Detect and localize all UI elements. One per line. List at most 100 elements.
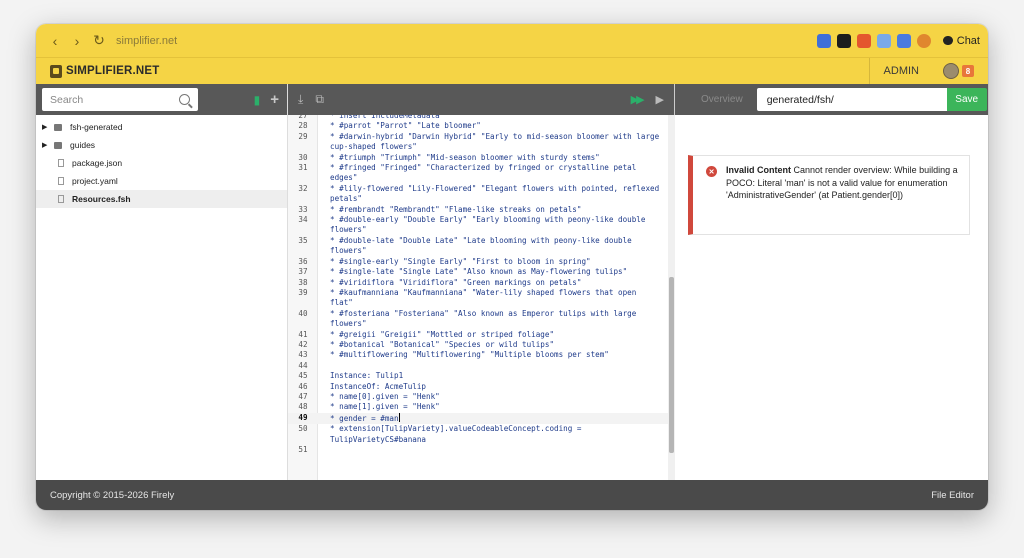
code-line[interactable]: 37 * #single-late "Single Late" "Also kno… bbox=[288, 267, 668, 277]
chat-button[interactable]: Chat bbox=[942, 35, 980, 47]
code-line[interactable]: 43 * #multiflowering "Multiflowering" "Mu… bbox=[288, 350, 668, 360]
line-text[interactable]: * name[1].given = "Henk" bbox=[318, 402, 662, 412]
tree-folder-fsh-generated[interactable]: ▶ fsh-generated bbox=[36, 118, 287, 136]
extension-3-icon[interactable] bbox=[856, 33, 871, 48]
line-number: 47 bbox=[298, 391, 308, 401]
code-line[interactable]: 46 InstanceOf: AcmeTulip bbox=[288, 382, 668, 392]
url-bar[interactable]: simplifier.net bbox=[116, 35, 177, 47]
code-line[interactable]: 30 * #triumph "Triumph" "Mid-season bloom… bbox=[288, 153, 668, 163]
line-text[interactable]: * #viridiflora "Viridiflora" "Green mark… bbox=[318, 278, 662, 288]
line-text[interactable]: InstanceOf: AcmeTulip bbox=[318, 382, 662, 392]
search-icon[interactable] bbox=[179, 94, 190, 105]
code-line[interactable]: 38 * #viridiflora "Viridiflora" "Green ma… bbox=[288, 278, 668, 288]
line-text[interactable]: * #double-late "Double Late" "Late bloom… bbox=[318, 236, 662, 257]
line-number: 42 bbox=[298, 339, 308, 349]
code-line[interactable]: 42 * #botanical "Botanical" "Species or w… bbox=[288, 340, 668, 350]
code-line[interactable]: 44 bbox=[288, 361, 668, 371]
line-number: 33 bbox=[298, 204, 308, 214]
path-input[interactable]: generated/fsh/ bbox=[756, 88, 947, 111]
code-line[interactable]: 49 * gender = #man bbox=[288, 412, 668, 425]
line-text[interactable]: * #triumph "Triumph" "Mid-season bloomer… bbox=[318, 153, 662, 163]
code-line[interactable]: 32 * #lily-flowered "Lily-Flowered" "Eleg… bbox=[288, 184, 668, 205]
search-input[interactable] bbox=[50, 93, 170, 106]
line-text[interactable]: * #kaufmanniana "Kaufmanniana" "Water-li… bbox=[318, 288, 662, 309]
extension-2-icon[interactable] bbox=[836, 33, 851, 48]
reload-icon[interactable]: ↻ bbox=[88, 30, 110, 52]
extension-6-icon[interactable] bbox=[916, 33, 931, 48]
line-number: 51 bbox=[298, 445, 308, 454]
scroll-thumb[interactable] bbox=[669, 277, 674, 453]
code-line[interactable]: 39 * #kaufmanniana "Kaufmanniana" "Water-… bbox=[288, 288, 668, 309]
expand-arrow-icon[interactable]: ▶ bbox=[42, 123, 50, 131]
file-icon bbox=[58, 195, 64, 203]
tree-file-project-yaml[interactable]: project.yaml bbox=[36, 172, 287, 190]
footer: Copyright © 2015-2026 Firely File Editor bbox=[36, 480, 988, 510]
run-icon[interactable]: ▶ bbox=[656, 93, 664, 106]
extension-4-icon[interactable] bbox=[876, 33, 891, 48]
tree-folder-guides[interactable]: ▶ guides bbox=[36, 136, 287, 154]
line-text[interactable]: * gender = #man bbox=[318, 412, 662, 424]
code-line[interactable]: 35 * #double-late "Double Late" "Late blo… bbox=[288, 236, 668, 257]
code-line[interactable]: 47 * name[0].given = "Henk" bbox=[288, 392, 668, 402]
line-text[interactable]: * name[0].given = "Henk" bbox=[318, 392, 662, 402]
editor-scrollbar[interactable] bbox=[668, 115, 675, 480]
line-text[interactable]: Instance: Tulip1 bbox=[318, 371, 662, 381]
external-link-icon[interactable]: ⧉ bbox=[315, 92, 324, 107]
avatar[interactable] bbox=[943, 63, 959, 79]
tree-file-package-json[interactable]: package.json bbox=[36, 154, 287, 172]
save-button[interactable]: Save bbox=[946, 88, 987, 111]
extension-5-icon[interactable] bbox=[896, 33, 911, 48]
back-icon[interactable]: ‹ bbox=[44, 30, 66, 52]
extensions-area: Chat bbox=[816, 33, 980, 48]
code-line[interactable]: 36 * #single-early "Single Early" "First … bbox=[288, 257, 668, 267]
code-line[interactable]: 31 * #fringed "Fringed" "Characterized by… bbox=[288, 163, 668, 184]
forward-icon[interactable]: › bbox=[66, 30, 88, 52]
code-line[interactable]: 40 * #fosteriana "Fosteriana" "Also known… bbox=[288, 309, 668, 330]
line-text[interactable]: * #parrot "Parrot" "Late bloomer" bbox=[318, 121, 662, 131]
line-text[interactable] bbox=[318, 445, 662, 455]
line-text[interactable] bbox=[318, 361, 662, 371]
admin-link[interactable]: ADMIN bbox=[868, 57, 919, 85]
code-line[interactable]: 41 * #greigii "Greigii" "Mottled or strip… bbox=[288, 330, 668, 340]
line-text[interactable]: * extension[TulipVariety].valueCodeableC… bbox=[318, 424, 662, 445]
code-area[interactable]: 27 * insert IncludeMetadata 28 * #parrot "P… bbox=[288, 115, 668, 480]
search-box[interactable] bbox=[42, 88, 198, 111]
logo[interactable]: SIMPLIFIER.NET bbox=[50, 64, 160, 78]
run-all-icon[interactable]: ▶▶ bbox=[631, 93, 645, 106]
code-line[interactable]: 50 * extension[TulipVariety].valueCodeabl… bbox=[288, 424, 668, 445]
code-line[interactable]: 45 Instance: Tulip1 bbox=[288, 371, 668, 381]
line-text[interactable]: * #single-early "Single Early" "First to… bbox=[318, 257, 662, 267]
line-text[interactable]: * #multiflowering "Multiflowering" "Mult… bbox=[318, 350, 662, 360]
preview-toolbar: Overview generated/fsh/ Save bbox=[675, 84, 988, 115]
line-text[interactable]: * #rembrandt "Rembrandt" "Flame-like str… bbox=[318, 205, 662, 215]
line-text[interactable]: * #darwin-hybrid "Darwin Hybrid" "Early … bbox=[318, 132, 662, 153]
footer-mode-label: File Editor bbox=[931, 489, 974, 501]
tree-file-resources-fsh[interactable]: Resources.fsh bbox=[36, 190, 287, 208]
code-lines[interactable]: 27 * insert IncludeMetadata 28 * #parrot "P… bbox=[288, 115, 668, 455]
extension-1-icon[interactable] bbox=[816, 33, 831, 48]
line-text[interactable]: * #single-late "Single Late" "Also known… bbox=[318, 267, 662, 277]
expand-arrow-icon[interactable]: ▶ bbox=[42, 141, 50, 149]
code-line[interactable]: 28 * #parrot "Parrot" "Late bloomer" bbox=[288, 121, 668, 131]
code-line[interactable]: 33 * #rembrandt "Rembrandt" "Flame-like s… bbox=[288, 205, 668, 215]
copyright-text: Copyright © 2015-2026 Firely bbox=[50, 489, 175, 501]
editor-toolbar: ⤓ ⧉ ▶▶ ▶ bbox=[288, 84, 674, 115]
code-line[interactable]: 34 * #double-early "Double Early" "Early … bbox=[288, 215, 668, 236]
download-icon[interactable]: ⤓ bbox=[298, 92, 303, 107]
browser-toolbar: ‹ › ↻ simplifier.net Chat bbox=[36, 24, 988, 57]
line-text[interactable]: * #lily-flowered "Lily-Flowered" "Elegan… bbox=[318, 184, 662, 205]
line-text[interactable]: * #greigii "Greigii" "Mottled or striped… bbox=[318, 330, 662, 340]
line-number: 32 bbox=[298, 183, 308, 193]
code-line[interactable]: 51 bbox=[288, 445, 668, 455]
code-line[interactable]: 29 * #darwin-hybrid "Darwin Hybrid" "Earl… bbox=[288, 132, 668, 153]
add-file-icon[interactable]: + bbox=[270, 91, 279, 108]
new-folder-icon[interactable]: ▮ bbox=[254, 93, 261, 107]
notification-badge[interactable]: 8 bbox=[962, 65, 974, 77]
tab-overview[interactable]: Overview bbox=[701, 94, 743, 105]
app-header: SIMPLIFIER.NET ADMIN 8 bbox=[36, 57, 988, 85]
line-text[interactable]: * #fringed "Fringed" "Characterized by f… bbox=[318, 163, 662, 184]
line-text[interactable]: * #botanical "Botanical" "Species or wil… bbox=[318, 340, 662, 350]
line-text[interactable]: * #fosteriana "Fosteriana" "Also known a… bbox=[318, 309, 662, 330]
code-line[interactable]: 48 * name[1].given = "Henk" bbox=[288, 402, 668, 412]
line-text[interactable]: * #double-early "Double Early" "Early bl… bbox=[318, 215, 662, 236]
